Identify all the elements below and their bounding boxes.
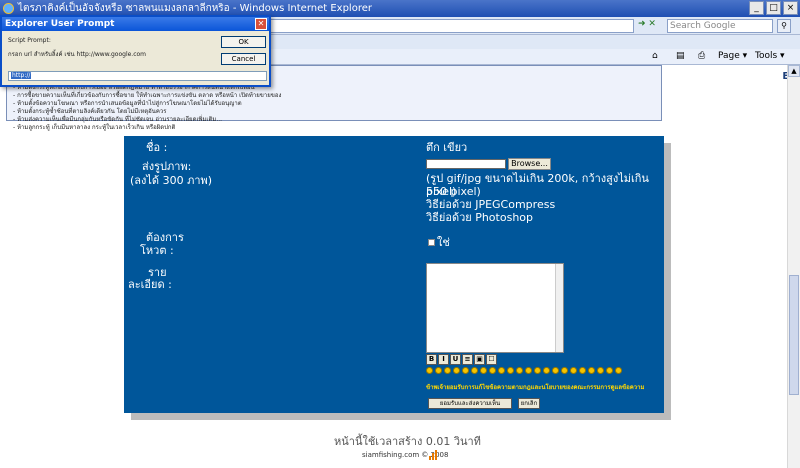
submit-button[interactable]: ยอมรับและส่งความเห็น <box>428 398 512 409</box>
smiley-icon[interactable] <box>534 367 541 374</box>
smiley-icon[interactable] <box>435 367 442 374</box>
smiley-icon[interactable] <box>444 367 451 374</box>
smiley-icon[interactable] <box>570 367 577 374</box>
smiley-icon[interactable] <box>543 367 550 374</box>
cancel-button[interactable]: ยกเลิก <box>518 398 540 409</box>
terms-warning: ข้าพเจ้ายอมรับการแก้ไขข้อความตามกฎและนโย… <box>426 384 645 391</box>
smiley-icon[interactable] <box>597 367 604 374</box>
smiley-icon[interactable] <box>525 367 532 374</box>
vote-option-label: ใช่ <box>437 236 450 249</box>
smiley-icon[interactable] <box>561 367 568 374</box>
format-toolbar: B I U ≡ ▣ ☐ <box>426 354 497 365</box>
vote-checkbox[interactable] <box>428 239 435 246</box>
smiley-icon[interactable] <box>606 367 613 374</box>
url-input-value: http:// <box>11 72 32 79</box>
rule-line: - ห้ามส่งความเห็นเพื่อมีนกลุ่มกันหรือขัด… <box>13 116 223 123</box>
prompt-description: กรอก url สำหรับลิ้งค์ เช่น http://www.go… <box>8 51 147 58</box>
search-icon[interactable]: ⚲ <box>777 19 791 33</box>
image-size-hint: (รูป gif/jpg ขนาดไม่เกิน 200k, กว้างสูงไ… <box>426 172 649 198</box>
smiley-icon[interactable] <box>507 367 514 374</box>
page-scrollbar[interactable]: ▲ <box>787 65 800 468</box>
smiley-icon[interactable] <box>462 367 469 374</box>
minimize-button[interactable]: _ <box>749 1 764 15</box>
underline-button[interactable]: U <box>450 354 461 365</box>
smiley-icon[interactable] <box>426 367 433 374</box>
close-window-button[interactable]: × <box>783 1 798 15</box>
tools-menu[interactable]: Tools ▾ <box>755 51 785 61</box>
smiley-icon[interactable] <box>489 367 496 374</box>
rule-line: - ห้ามตั้งกระทู้ซ้ำซ้อนที่ตามลิงค์เดียวก… <box>13 108 167 115</box>
link-insert-button[interactable]: ☐ <box>486 354 497 365</box>
browse-button[interactable]: Browse... <box>508 158 551 170</box>
bold-button[interactable]: B <box>426 354 437 365</box>
ok-button[interactable]: OK <box>221 36 266 48</box>
rule-line: - ห้ามตั้งข้อความโฆษณา หรือการนำเสนอข้อม… <box>13 100 242 107</box>
smiley-icon[interactable] <box>453 367 460 374</box>
window-controls: _ □ × <box>749 1 798 15</box>
smiley-icon[interactable] <box>552 367 559 374</box>
explorer-user-prompt-dialog: Explorer User Prompt ✕ Script Prompt: กร… <box>0 15 271 87</box>
file-path-input[interactable] <box>426 159 506 169</box>
feeds-icon[interactable]: ▤ <box>676 51 685 61</box>
jpegcompress-link[interactable]: วิธีย่อด้วย JPEGCompress <box>426 198 555 211</box>
render-time-text: หน้านี้ใช้เวลาสร้าง 0.01 วินาที <box>334 435 481 448</box>
detail-textarea[interactable] <box>426 263 564 353</box>
image-label: ส่งรูปภาพ: <box>142 160 192 173</box>
scroll-thumb[interactable] <box>789 275 799 395</box>
siamfishing-logo-icon <box>429 450 437 460</box>
textarea-scrollbar[interactable] <box>555 264 563 352</box>
smiley-icon[interactable] <box>615 367 622 374</box>
smiley-icon[interactable] <box>579 367 586 374</box>
align-button[interactable]: ≡ <box>462 354 473 365</box>
name-value: ตึก เขียว <box>426 141 468 154</box>
dialog-title: Explorer User Prompt <box>2 17 269 31</box>
vote-label-cont: โหวต : <box>140 244 174 257</box>
rule-line: - ห้ามลูกกระทู้ เก็บมีนหาลาลง กระทู้ในเว… <box>13 124 176 131</box>
address-input[interactable] <box>270 19 634 33</box>
name-label: ชื่อ : <box>146 141 168 154</box>
browser-title: ไตรภาคิงค์เป็นอัจจังหรือ ซาลพนแมงลกลาลีก… <box>18 3 372 14</box>
rule-line: - การซื้อขายความเห็นที่เกี่ยวข้องกับการซ… <box>13 92 282 99</box>
smiley-icon[interactable] <box>516 367 523 374</box>
reply-form: ชื่อ : ตึก เขียว ส่งรูปภาพ: (ลงได้ 300 ภ… <box>124 136 664 413</box>
print-icon[interactable]: ⎙ <box>698 51 705 61</box>
home-icon[interactable]: ⌂ <box>652 51 658 61</box>
script-prompt-label: Script Prompt: <box>8 37 51 44</box>
page-menu[interactable]: Page ▾ <box>718 51 747 61</box>
smiley-bar <box>426 367 622 374</box>
image-insert-button[interactable]: ▣ <box>474 354 485 365</box>
photoshop-link[interactable]: วิธีย่อด้วย Photoshop <box>426 211 533 224</box>
url-input[interactable]: http:// <box>8 71 267 81</box>
smiley-icon[interactable] <box>498 367 505 374</box>
scroll-up-icon[interactable]: ▲ <box>788 65 800 77</box>
image-limit-label: (ลงได้ 300 ภาพ) <box>130 174 213 187</box>
maximize-button[interactable]: □ <box>766 1 781 15</box>
go-arrow-icon[interactable]: ➜ ✕ <box>638 19 656 29</box>
vote-label: ต้องการ <box>146 231 184 244</box>
italic-button[interactable]: I <box>438 354 449 365</box>
search-input[interactable]: Search Google <box>667 19 773 33</box>
detail-label-cont: ละเอียด : <box>128 278 172 291</box>
smiley-icon[interactable] <box>480 367 487 374</box>
image-size-hint-cont: pixel) <box>426 185 457 198</box>
dialog-close-icon[interactable]: ✕ <box>255 18 267 30</box>
smiley-icon[interactable] <box>588 367 595 374</box>
dialog-cancel-button[interactable]: Cancel <box>221 53 266 65</box>
ie-logo-icon <box>3 3 14 14</box>
smiley-icon[interactable] <box>471 367 478 374</box>
